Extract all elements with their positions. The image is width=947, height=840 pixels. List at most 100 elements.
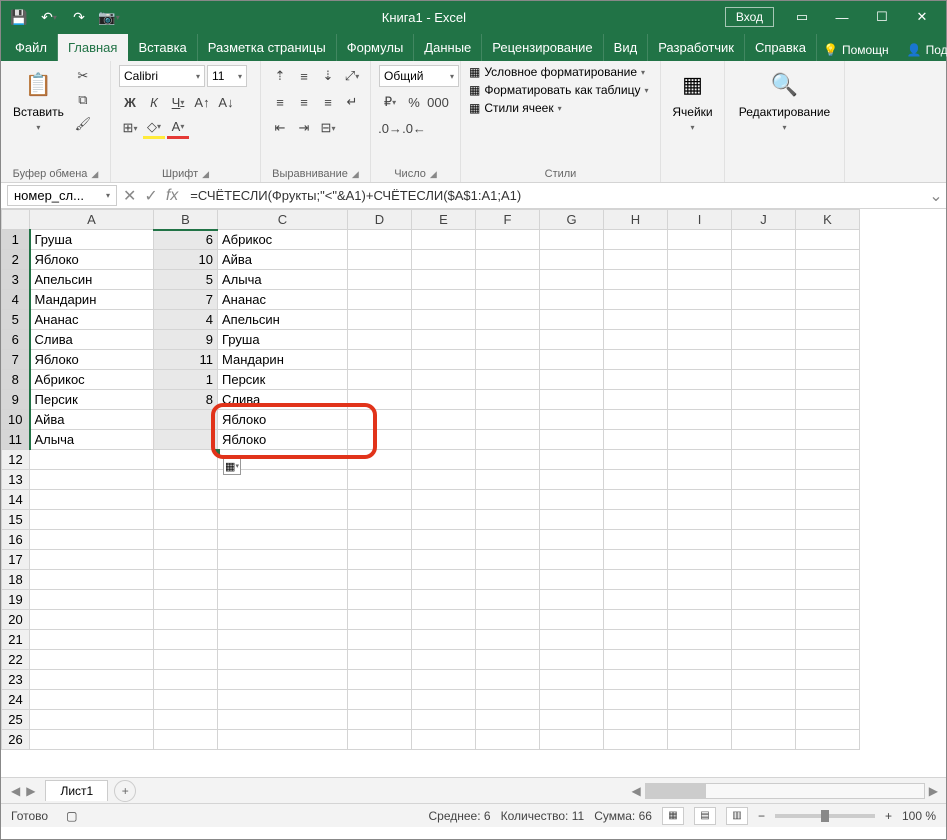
comma-icon[interactable]: 000	[427, 91, 449, 113]
italic-button[interactable]: К	[143, 91, 165, 113]
cell[interactable]: Абрикос	[30, 370, 154, 390]
zoom-in-icon[interactable]: +	[885, 809, 892, 823]
cell[interactable]	[412, 490, 476, 510]
cell[interactable]	[604, 570, 668, 590]
cell[interactable]	[218, 670, 348, 690]
cell[interactable]: Яблоко	[30, 350, 154, 370]
cell[interactable]	[732, 250, 796, 270]
cell[interactable]	[732, 730, 796, 750]
cell[interactable]	[668, 230, 732, 250]
cell[interactable]: 5	[154, 270, 218, 290]
cell[interactable]	[154, 670, 218, 690]
cells-button[interactable]: ▦ Ячейки ▾	[668, 65, 716, 136]
horizontal-scrollbar[interactable]	[645, 783, 925, 799]
cell[interactable]	[218, 690, 348, 710]
align-bottom-icon[interactable]: ⇣	[317, 65, 339, 87]
cell[interactable]: 11	[154, 350, 218, 370]
cell[interactable]	[412, 230, 476, 250]
row-header[interactable]: 16	[2, 530, 30, 550]
editing-button[interactable]: 🔍 Редактирование ▾	[735, 65, 834, 136]
cell[interactable]	[412, 650, 476, 670]
cell[interactable]: 7	[154, 290, 218, 310]
cell[interactable]	[540, 550, 604, 570]
cell[interactable]	[668, 670, 732, 690]
cell[interactable]	[348, 590, 412, 610]
cell[interactable]: Ананас	[30, 310, 154, 330]
scroll-right-icon[interactable]: ▶	[929, 784, 938, 798]
row-header[interactable]: 4	[2, 290, 30, 310]
cell[interactable]	[218, 530, 348, 550]
cell[interactable]	[30, 590, 154, 610]
bold-button[interactable]: Ж	[119, 91, 141, 113]
cell[interactable]	[476, 670, 540, 690]
cell[interactable]	[412, 470, 476, 490]
cell[interactable]	[732, 690, 796, 710]
currency-icon[interactable]: ₽▾	[379, 91, 401, 113]
cell[interactable]: 1	[154, 370, 218, 390]
cell[interactable]	[796, 550, 860, 570]
autofill-options-icon[interactable]: ▦▾	[223, 457, 241, 475]
tab-view[interactable]: Вид	[604, 34, 649, 61]
cell[interactable]	[732, 610, 796, 630]
tab-help[interactable]: Справка	[745, 34, 817, 61]
cell[interactable]	[796, 290, 860, 310]
cell[interactable]	[476, 550, 540, 570]
cell[interactable]: Алыча	[30, 430, 154, 450]
cell[interactable]	[732, 450, 796, 470]
cell[interactable]	[348, 310, 412, 330]
cell[interactable]	[796, 570, 860, 590]
cell[interactable]	[30, 730, 154, 750]
cell[interactable]	[796, 630, 860, 650]
undo-icon[interactable]: ↶▾	[35, 3, 63, 31]
cell[interactable]	[476, 610, 540, 630]
cell[interactable]	[668, 350, 732, 370]
page-break-icon[interactable]: ▥	[726, 807, 748, 825]
cell[interactable]	[412, 570, 476, 590]
row-header[interactable]: 9	[2, 390, 30, 410]
cell[interactable]	[540, 430, 604, 450]
cell[interactable]	[30, 630, 154, 650]
cell[interactable]	[796, 310, 860, 330]
cell[interactable]	[796, 510, 860, 530]
cell[interactable]	[30, 670, 154, 690]
cell[interactable]	[540, 290, 604, 310]
tab-insert[interactable]: Вставка	[128, 34, 197, 61]
cell[interactable]	[412, 450, 476, 470]
cell[interactable]	[348, 690, 412, 710]
cell[interactable]	[796, 670, 860, 690]
fx-icon[interactable]: fx	[166, 187, 178, 205]
cell[interactable]	[540, 390, 604, 410]
minimize-icon[interactable]: —	[822, 3, 862, 31]
increase-decimal-icon[interactable]: .0→	[379, 117, 401, 139]
page-layout-icon[interactable]: ▤	[694, 807, 716, 825]
cell[interactable]	[540, 610, 604, 630]
dialog-launcher-icon[interactable]: ◢	[430, 169, 437, 180]
cell[interactable]	[348, 270, 412, 290]
cell[interactable]	[604, 410, 668, 430]
cell[interactable]	[218, 630, 348, 650]
tab-data[interactable]: Данные	[414, 34, 482, 61]
cell[interactable]: 4	[154, 310, 218, 330]
cell[interactable]	[604, 650, 668, 670]
cell[interactable]	[476, 430, 540, 450]
zoom-level[interactable]: 100 %	[902, 809, 936, 823]
row-header[interactable]: 12	[2, 450, 30, 470]
tab-developer[interactable]: Разработчик	[648, 34, 745, 61]
cell[interactable]	[154, 450, 218, 470]
orientation-icon[interactable]: ⤢▾	[341, 65, 363, 87]
cell[interactable]	[668, 330, 732, 350]
cell[interactable]	[412, 290, 476, 310]
cell[interactable]	[30, 550, 154, 570]
cell[interactable]: 9	[154, 330, 218, 350]
cell[interactable]	[668, 490, 732, 510]
cell[interactable]	[604, 330, 668, 350]
align-right-icon[interactable]: ≡	[317, 91, 339, 113]
cell[interactable]	[476, 250, 540, 270]
wrap-text-icon[interactable]: ↵	[341, 91, 363, 113]
cell[interactable]	[476, 290, 540, 310]
percent-icon[interactable]: %	[403, 91, 425, 113]
cell[interactable]	[476, 530, 540, 550]
cell[interactable]	[604, 470, 668, 490]
cell[interactable]	[604, 370, 668, 390]
cell[interactable]	[668, 570, 732, 590]
